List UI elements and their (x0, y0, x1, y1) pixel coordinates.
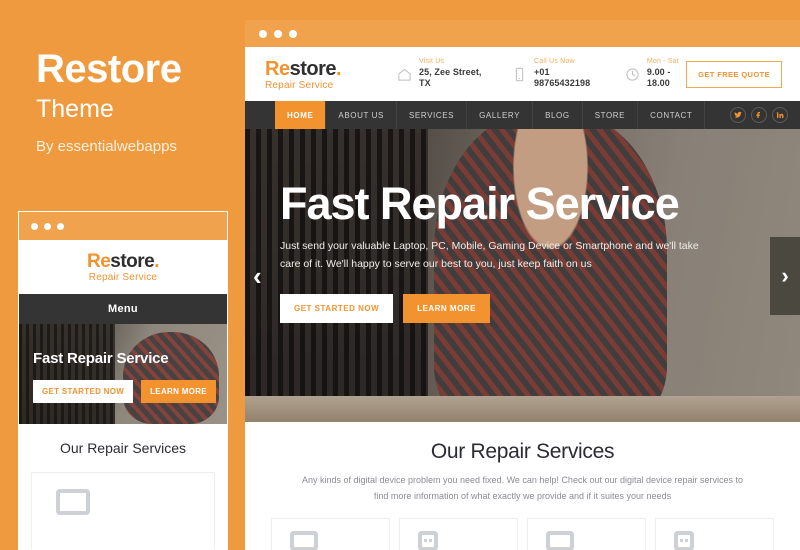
twitter-icon[interactable] (730, 107, 746, 123)
hero-subtitle: Just send your valuable Laptop, PC, Mobi… (280, 240, 699, 270)
hero-title: Fast Repair Service (280, 178, 680, 229)
window-dot-green (289, 29, 297, 38)
slider-prev-arrow-icon[interactable]: ‹ (253, 263, 262, 289)
contact-hours-value: 9.00 - 18.00 (646, 67, 671, 89)
promo-author: By essentialwebapps (36, 137, 177, 155)
nav-item-home[interactable]: HOME (275, 101, 327, 129)
contact-hours-label: Mon - Sat (646, 58, 680, 66)
window-dot-yellow (44, 222, 51, 230)
browser-window-chrome (245, 20, 800, 47)
mobile-logo[interactable]: Restore. (86, 251, 160, 273)
nav-item-contact[interactable]: CONTACT (638, 101, 706, 129)
phone-icon (515, 67, 524, 81)
mobile-learn-more-button[interactable]: LEARN MORE (141, 380, 216, 403)
service-card[interactable] (399, 518, 518, 550)
promo-subtitle: Theme (36, 95, 114, 123)
promo-brand-block: Restore Theme By essentialwebapps (36, 48, 236, 155)
contact-hours-text: Mon - Sat 9.00 - 18.00 (647, 58, 686, 89)
mobile-logo-tagline: Repair Service (88, 272, 158, 283)
monitor-icon (546, 531, 574, 550)
mobile-hero-title: Fast Repair Service (33, 350, 169, 367)
contact-call-us-text: Call Us Now +01 98765432198 (534, 58, 595, 89)
site-logo-main: store (289, 57, 337, 80)
browser-preview-window: Restore. Repair Service Visit Us 25, Zee… (245, 20, 800, 550)
mobile-services-section: Our Repair Services (19, 424, 227, 549)
nav-item-blog[interactable]: BLOG (533, 101, 583, 129)
monitor-icon (56, 489, 90, 515)
nav-item-services[interactable]: SERVICES (397, 101, 468, 129)
mobile-logo-main: store (110, 251, 155, 272)
linkedin-icon[interactable] (772, 107, 788, 123)
clock-icon (626, 67, 639, 81)
header-contact-info: Visit Us 25, Zee Street, TX Call Us Now … (385, 58, 686, 89)
site-logo-prefix: Re (265, 57, 290, 80)
promo-title: Restore (36, 47, 182, 91)
hero-slider: Fast Repair Service Just send your valua… (245, 129, 800, 422)
nav-item-gallery[interactable]: GALLERY (467, 101, 534, 129)
mobile-window-chrome (19, 212, 227, 240)
mobile-hero-actions: GET STARTED NOW LEARN MORE (33, 380, 216, 403)
window-dot-yellow (274, 29, 282, 38)
service-card[interactable] (271, 518, 390, 550)
nav-item-store[interactable]: STORE (583, 101, 639, 129)
promo-panel: Restore Theme By essentialwebapps Restor… (0, 0, 245, 550)
contact-visit-us: Visit Us 25, Zee Street, TX (397, 58, 482, 89)
contact-visit-us-label: Visit Us (419, 58, 445, 66)
contact-visit-us-text: Visit Us 25, Zee Street, TX (419, 58, 482, 89)
slider-next-arrow-icon[interactable]: › (770, 236, 800, 315)
mobile-get-started-button[interactable]: GET STARTED NOW (33, 380, 134, 403)
site-header: Restore. Repair Service Visit Us 25, Zee… (245, 47, 800, 101)
mobile-preview-window: Restore. Repair Service Menu Fast Repair… (18, 211, 228, 550)
mobile-hero-banner: Fast Repair Service GET STARTED NOW LEAR… (19, 324, 227, 424)
mobile-logo-bar: Restore. Repair Service (19, 240, 227, 294)
tablet-icon (418, 531, 438, 550)
get-free-quote-button[interactable]: GET FREE QUOTE (686, 60, 782, 88)
mobile-services-title: Our Repair Services (59, 440, 187, 456)
window-dot-green (57, 222, 64, 230)
contact-hours: Mon - Sat 9.00 - 18.00 (625, 58, 686, 89)
facebook-icon[interactable] (751, 107, 767, 123)
nav-item-about-us[interactable]: ABOUT US (326, 101, 397, 129)
site-logo-tagline: Repair Service (265, 79, 334, 91)
window-dot-red (259, 29, 267, 38)
hero-content: Fast Repair Service Just send your valua… (280, 181, 740, 323)
site-logo-dot: . (335, 57, 342, 80)
services-description: Any kinds of digital device problem you … (301, 475, 744, 502)
contact-call-us-label: Call Us Now (534, 58, 575, 66)
contact-visit-us-value: 25, Zee Street, TX (419, 67, 482, 89)
mobile-logo-prefix: Re (86, 251, 111, 272)
site-logo[interactable]: Restore. Repair Service (265, 58, 385, 91)
hero-actions: GET STARTED NOW LEARN MORE (280, 293, 740, 323)
window-dot-red (31, 222, 38, 230)
site-logo-text: Restore. (265, 58, 385, 81)
contact-call-us: Call Us Now +01 98765432198 (512, 58, 595, 89)
main-navigation: HOME ABOUT US SERVICES GALLERY BLOG STOR… (245, 101, 800, 129)
mobile-menu-toggle[interactable]: Menu (19, 294, 227, 324)
home-icon (398, 68, 411, 81)
services-section: Our Repair Services Any kinds of digital… (245, 422, 800, 550)
social-links (730, 101, 800, 129)
learn-more-button[interactable]: LEARN MORE (403, 293, 490, 323)
monitor-icon (290, 531, 318, 550)
contact-call-us-value: +01 98765432198 (534, 67, 591, 89)
service-card[interactable] (655, 518, 774, 550)
mobile-service-card[interactable] (31, 472, 215, 549)
mobile-logo-dot: . (154, 251, 160, 272)
tablet-icon (674, 531, 694, 550)
get-started-now-button[interactable]: GET STARTED NOW (280, 293, 394, 323)
services-title: Our Repair Services (430, 440, 615, 463)
service-card[interactable] (527, 518, 646, 550)
service-card-list (245, 504, 800, 550)
